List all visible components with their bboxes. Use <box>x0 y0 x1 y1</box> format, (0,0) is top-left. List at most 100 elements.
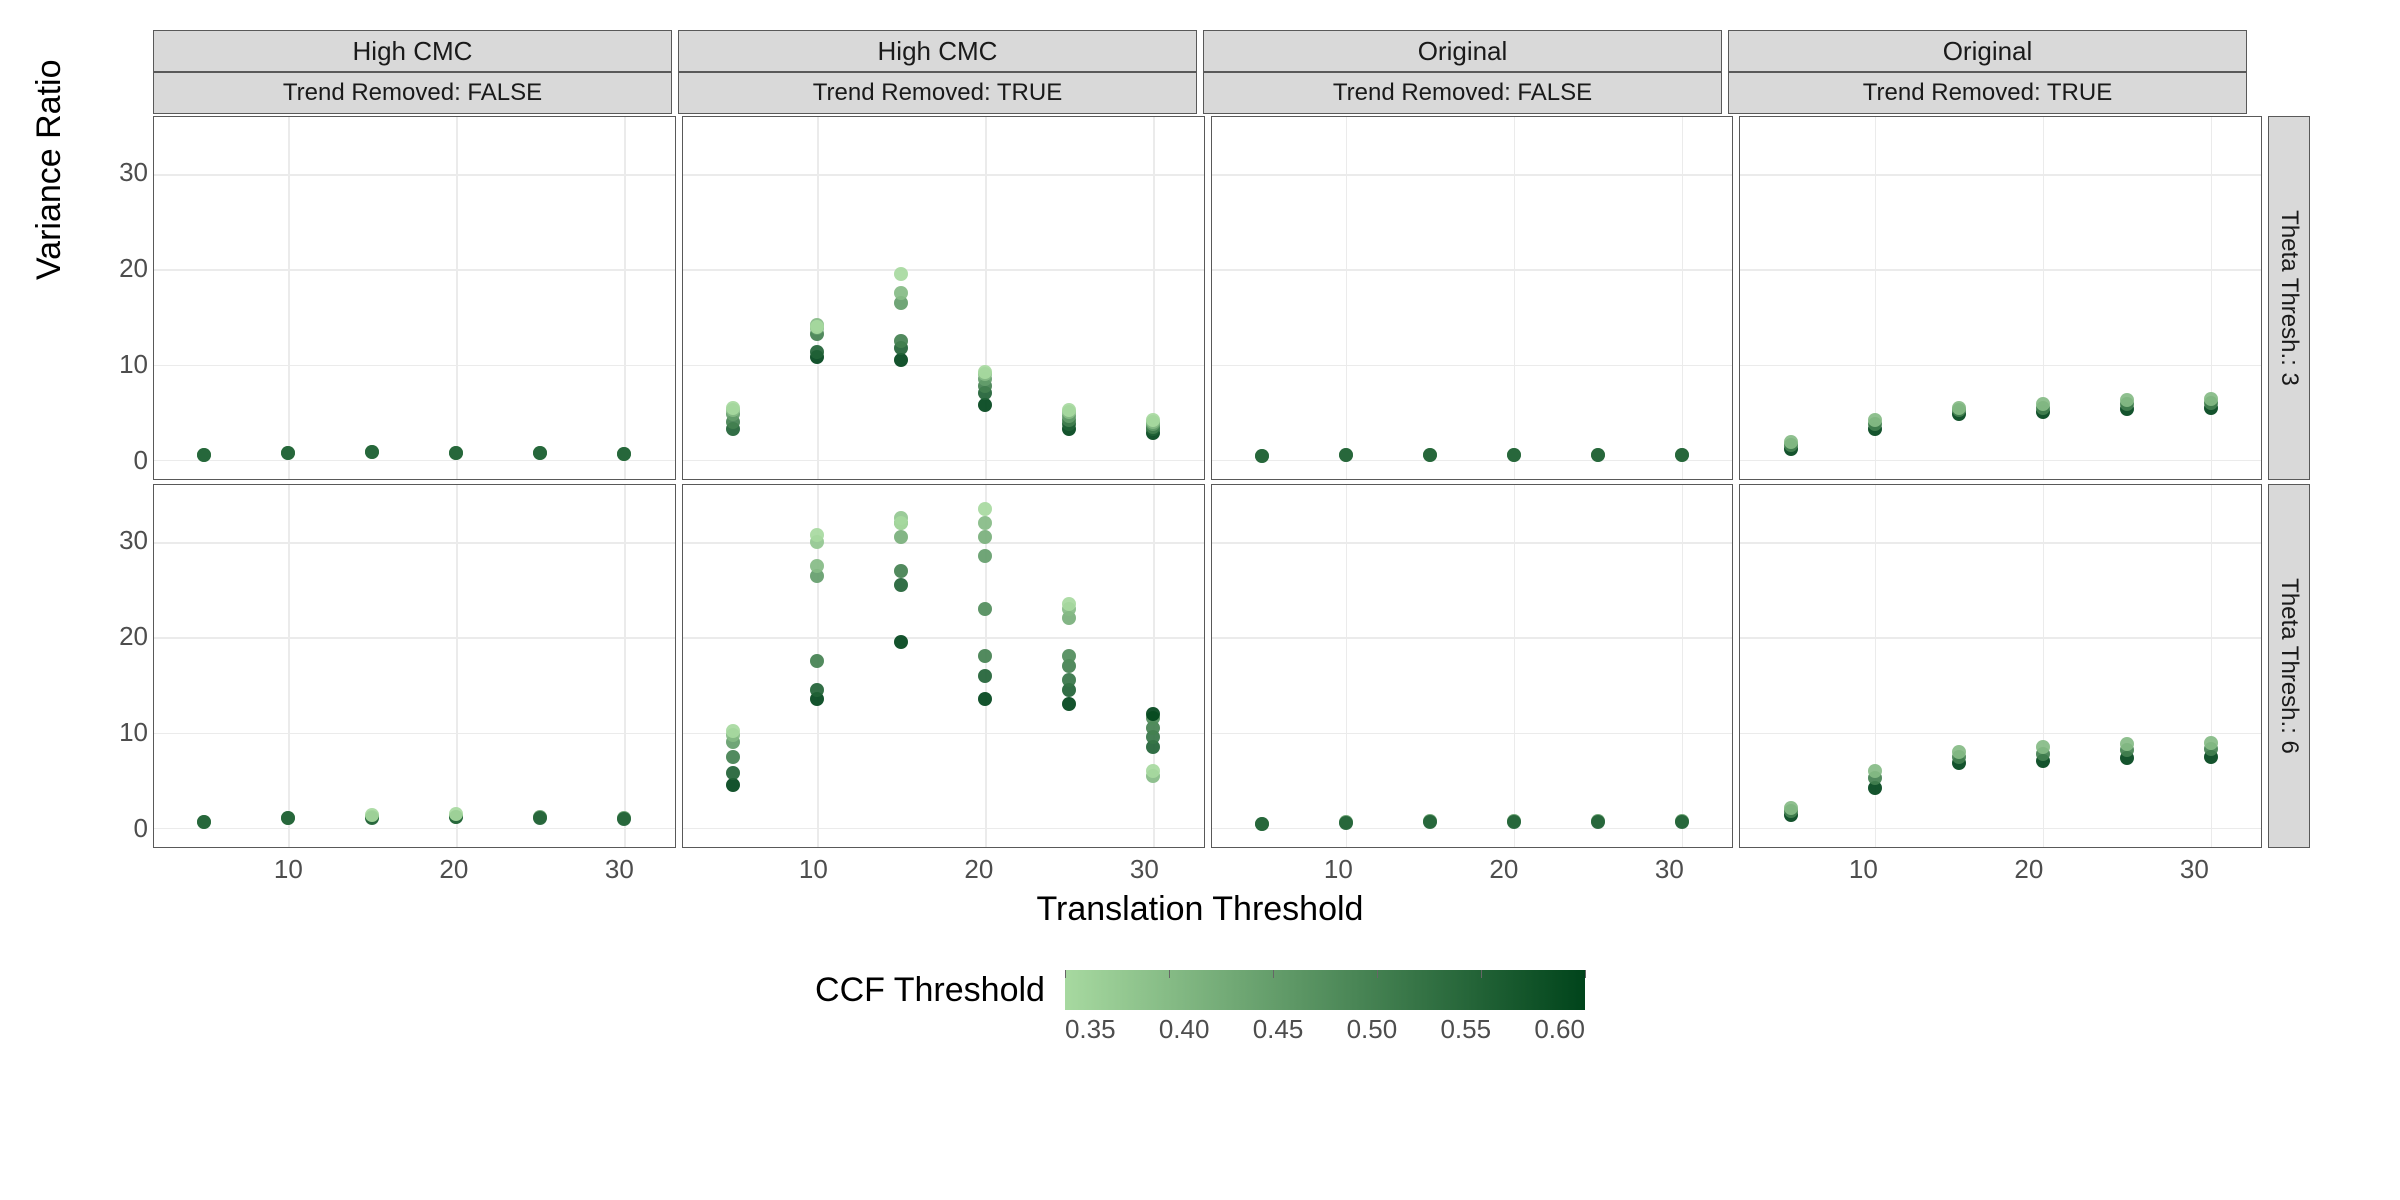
facet-panel <box>1739 484 2262 848</box>
data-point <box>894 286 908 300</box>
data-point <box>894 578 908 592</box>
data-point <box>365 808 379 822</box>
col-strip-cmc: Original <box>1728 30 2247 72</box>
y-tick-label: 30 <box>100 525 148 556</box>
row-strip-theta: Theta Thresh.: 3 <box>2268 116 2310 480</box>
data-point <box>2204 392 2218 406</box>
y-tick-label: 0 <box>100 813 148 844</box>
facet-panel <box>682 116 1205 480</box>
facet-panel <box>1211 484 1734 848</box>
data-point <box>1062 403 1076 417</box>
data-point <box>1146 707 1160 721</box>
x-axis-title: Translation Threshold <box>20 890 2380 929</box>
data-point <box>978 692 992 706</box>
data-point <box>978 549 992 563</box>
data-point <box>197 815 211 829</box>
data-point <box>281 446 295 460</box>
data-point <box>978 502 992 516</box>
data-point <box>894 635 908 649</box>
data-point <box>978 365 992 379</box>
data-point <box>1255 817 1269 831</box>
data-point <box>1339 448 1353 462</box>
data-point <box>978 669 992 683</box>
data-point <box>1868 413 1882 427</box>
y-tick-label: 10 <box>100 717 148 748</box>
col-strip-cmc: Original <box>1203 30 1722 72</box>
data-point <box>894 334 908 348</box>
x-tick-label: 30 <box>604 854 634 885</box>
data-point <box>281 811 295 825</box>
x-tick-label: 30 <box>2179 854 2209 885</box>
data-point <box>810 528 824 542</box>
data-point <box>726 766 740 780</box>
y-tick-label: 30 <box>100 157 148 188</box>
data-point <box>2036 397 2050 411</box>
y-tick-label: 0 <box>100 445 148 476</box>
data-point <box>617 812 631 826</box>
data-point <box>1255 449 1269 463</box>
data-point <box>1952 401 1966 415</box>
data-point <box>1675 448 1689 462</box>
y-axis-title: Variance Ratio <box>30 60 69 281</box>
facet-panel <box>1211 116 1734 480</box>
data-point <box>726 401 740 415</box>
y-tick-label: 20 <box>100 253 148 284</box>
col-strip-trend: Trend Removed: FALSE <box>153 72 672 114</box>
legend-tick-label: 0.55 <box>1440 1014 1491 1045</box>
legend-tick-label: 0.50 <box>1347 1014 1398 1045</box>
data-point <box>810 654 824 668</box>
legend-colorbar <box>1065 970 1585 1010</box>
col-strip-trend: Trend Removed: FALSE <box>1203 72 1722 114</box>
data-point <box>894 353 908 367</box>
x-tick-label: 30 <box>1654 854 1684 885</box>
data-point <box>1062 673 1076 687</box>
data-point <box>1675 815 1689 829</box>
data-point <box>1868 764 1882 778</box>
data-point <box>533 446 547 460</box>
x-tick-label: 20 <box>439 854 469 885</box>
x-tick-label: 20 <box>1489 854 1519 885</box>
data-point <box>810 559 824 573</box>
data-point <box>1339 816 1353 830</box>
row-strip-theta: Theta Thresh.: 6 <box>2268 484 2310 848</box>
data-point <box>197 448 211 462</box>
x-tick-label: 20 <box>2014 854 2044 885</box>
data-point <box>2204 736 2218 750</box>
data-point <box>2036 740 2050 754</box>
col-strip-cmc: High CMC <box>153 30 672 72</box>
data-point <box>978 602 992 616</box>
data-point <box>533 811 547 825</box>
col-strip-trend: Trend Removed: TRUE <box>678 72 1197 114</box>
legend-tick-label: 0.60 <box>1534 1014 1585 1045</box>
col-strip-trend: Trend Removed: TRUE <box>1728 72 2247 114</box>
data-point <box>978 516 992 530</box>
data-point <box>1146 413 1160 427</box>
x-tick-label: 30 <box>1129 854 1159 885</box>
data-point <box>1507 815 1521 829</box>
data-point <box>1591 448 1605 462</box>
data-point <box>2120 737 2134 751</box>
facet-panel <box>153 484 676 848</box>
facet-panel <box>153 116 676 480</box>
data-point <box>726 778 740 792</box>
x-tick-label: 10 <box>1848 854 1878 885</box>
facet-panel <box>682 484 1205 848</box>
data-point <box>617 447 631 461</box>
data-point <box>894 267 908 281</box>
legend-tick-label: 0.45 <box>1253 1014 1304 1045</box>
data-point <box>1784 801 1798 815</box>
data-point <box>365 445 379 459</box>
data-point <box>810 345 824 359</box>
data-point <box>449 807 463 821</box>
legend-tick-label: 0.35 <box>1065 1014 1116 1045</box>
data-point <box>978 649 992 663</box>
data-point <box>1591 815 1605 829</box>
facet-grid: High CMCHigh CMCOriginalOriginalTrend Re… <box>150 30 2310 850</box>
data-point <box>1507 448 1521 462</box>
data-point <box>1062 597 1076 611</box>
data-point <box>1423 448 1437 462</box>
data-point <box>1952 745 1966 759</box>
legend-tick-label: 0.40 <box>1159 1014 1210 1045</box>
col-strip-cmc: High CMC <box>678 30 1197 72</box>
legend-title: CCF Threshold <box>815 971 1045 1010</box>
